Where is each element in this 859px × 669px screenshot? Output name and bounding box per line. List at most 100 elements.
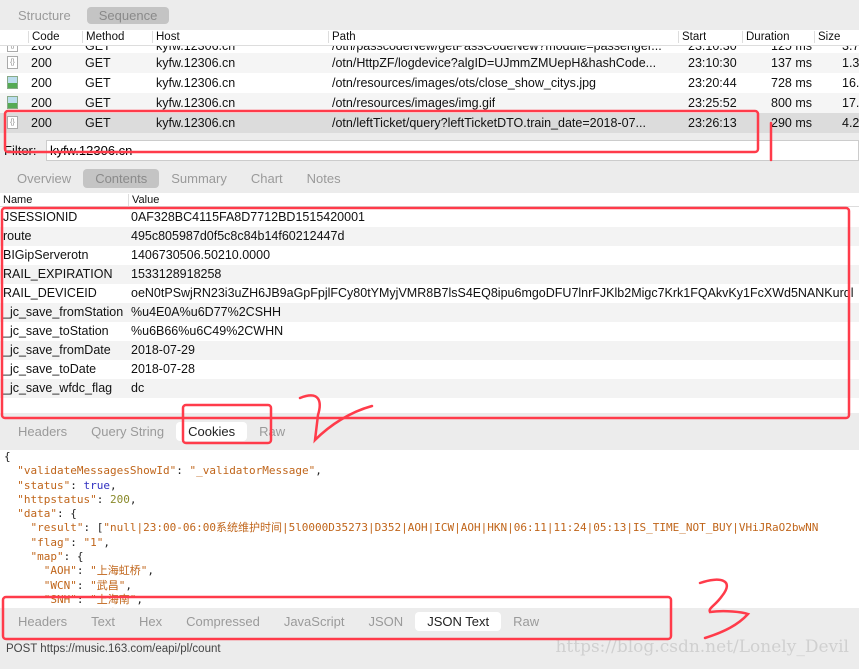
cookie-row[interactable]: RAIL_DEVICEID oeN0tPSwjRN23i3uZH6JB9aGpFp… bbox=[0, 284, 859, 303]
cookie-row[interactable]: BIGipServerotn 1406730506.50210.0000 bbox=[0, 246, 859, 265]
request-row[interactable]: 200 GET kyfw.12306.cn/otn/resources/images… bbox=[0, 93, 859, 113]
tab-hex[interactable]: Hex bbox=[127, 612, 174, 631]
tab-json[interactable]: JSON bbox=[357, 612, 416, 631]
column-method[interactable]: Method bbox=[82, 31, 124, 43]
cookie-value: 495c805987d0f5c8c84b14f60212447d bbox=[131, 229, 345, 243]
column-duration[interactable]: Duration bbox=[742, 31, 789, 43]
column-size[interactable]: Size bbox=[814, 31, 840, 43]
request-table-header: Code Method Host Path Start Duration Size bbox=[0, 30, 859, 46]
cookie-name: _jc_save_toDate bbox=[3, 362, 97, 376]
json-token: : { bbox=[63, 550, 84, 564]
column-start[interactable]: Start bbox=[678, 31, 706, 43]
tab-structure[interactable]: Structure bbox=[6, 7, 83, 24]
cookie-value: %u4E0A%u6D77%2CSHH bbox=[131, 305, 282, 319]
tab-raw[interactable]: Raw bbox=[501, 612, 551, 631]
json-line: "data": { bbox=[4, 507, 859, 521]
json-token: { bbox=[4, 450, 11, 463]
cookie-name: RAIL_EXPIRATION bbox=[3, 267, 113, 281]
response-tabs-bar: Headers Text Hex Compressed JavaScript JSON JS… bbox=[0, 608, 859, 638]
cell-method: GET bbox=[85, 96, 111, 110]
tab-sequence[interactable]: Sequence bbox=[86, 7, 170, 24]
request-row[interactable]: {} 200 GET kyfw.12306.cn/otn/HttpZF/logdevi… bbox=[0, 53, 859, 73]
json-token: : bbox=[70, 478, 84, 492]
json-token: : bbox=[76, 578, 91, 592]
cell-size: 17.4 bbox=[842, 96, 859, 110]
cell-host: kyfw.12306.cn bbox=[156, 96, 236, 110]
tab-cookies[interactable]: Cookies bbox=[176, 422, 248, 441]
json-line: "status": true, bbox=[4, 479, 859, 493]
watermark: https://blog.csdn.net/Lonely_Devil bbox=[555, 637, 849, 657]
json-token: : bbox=[76, 592, 91, 606]
response-json-text[interactable]: { "validateMessagesShowId": "_validatorM… bbox=[0, 450, 859, 608]
column-name[interactable]: Name bbox=[3, 194, 32, 206]
cookie-row[interactable]: JSESSIONID 0AF328BC4115FA8D7712BD15154200… bbox=[0, 208, 859, 227]
request-row[interactable]: {} 200 GET kyfw.12306.cn/otn/leftTicket/que… bbox=[0, 113, 859, 133]
cookie-value: dc bbox=[131, 381, 145, 395]
cell-start: 23:25:52 bbox=[688, 96, 737, 110]
tab-summary[interactable]: Summary bbox=[159, 169, 239, 188]
json-token: : bbox=[70, 535, 84, 549]
cookie-row[interactable]: _jc_save_toDate 2018-07-28 bbox=[0, 360, 859, 379]
json-line: "validateMessagesShowId": "_validatorMes… bbox=[4, 464, 859, 478]
json-token: "validateMessagesShowId" bbox=[17, 464, 177, 478]
cell-host: kyfw.12306.cn bbox=[156, 116, 236, 130]
cell-host: kyfw.12306.cn bbox=[156, 76, 236, 90]
tab-headers[interactable]: Headers bbox=[6, 612, 79, 631]
json-token: : bbox=[96, 492, 110, 506]
json-line: { bbox=[4, 450, 859, 464]
cell-code: 200 bbox=[31, 76, 52, 90]
tab-chart[interactable]: Chart bbox=[239, 169, 295, 188]
cell-path: /otn/resources/images/img.gif bbox=[332, 96, 496, 110]
cell-start: 23:20:44 bbox=[688, 76, 737, 90]
filter-input[interactable] bbox=[46, 140, 859, 161]
tab-raw[interactable]: Raw bbox=[247, 422, 297, 441]
cell-start: 23:26:13 bbox=[688, 116, 737, 130]
column-value[interactable]: Value bbox=[128, 194, 159, 206]
json-token: "武昌" bbox=[90, 578, 126, 592]
detail-tabs: Overview Contents Summary Chart Notes bbox=[5, 169, 353, 188]
tab-query-string[interactable]: Query String bbox=[79, 422, 176, 441]
cookie-name: route bbox=[3, 229, 32, 243]
tab-overview[interactable]: Overview bbox=[5, 169, 83, 188]
json-token: "null|23:00-06:00系统维护时间|5l0000D35273|D35… bbox=[103, 521, 819, 535]
cell-size: 1.3 bbox=[842, 56, 859, 70]
cookie-row[interactable]: route 495c805987d0f5c8c84b14f60212447d bbox=[0, 227, 859, 246]
cookies-table-header: Name Value bbox=[0, 193, 859, 207]
json-token: , bbox=[103, 535, 110, 549]
json-token: "status" bbox=[17, 478, 71, 492]
cell-path: /otn/HttpZF/logdevice?algID=UJmmZMUepH&h… bbox=[332, 56, 657, 70]
tab-contents[interactable]: Contents bbox=[83, 169, 160, 188]
cookies-table: Name Value JSESSIONID 0AF328BC4115FA8D771… bbox=[0, 193, 859, 413]
column-host[interactable]: Host bbox=[152, 31, 180, 43]
cookie-row[interactable]: _jc_save_fromStation %u4E0A%u6D77%2CSHH bbox=[0, 303, 859, 322]
tab-json-text[interactable]: JSON Text bbox=[415, 612, 502, 631]
cell-start: 23:10:30 bbox=[688, 56, 737, 70]
cell-size: 4.2 bbox=[842, 116, 859, 130]
json-line: "AOH": "上海虹桥", bbox=[4, 564, 859, 578]
cell-path: /otn/resources/images/ots/close_show_cit… bbox=[332, 76, 597, 90]
cell-method: GET bbox=[85, 76, 111, 90]
cookie-row[interactable]: _jc_save_fromDate 2018-07-29 bbox=[0, 341, 859, 360]
json-file-icon: {} bbox=[7, 56, 18, 69]
request-row[interactable]: 200 GET kyfw.12306.cn/otn/resources/images… bbox=[0, 73, 859, 93]
cookie-row[interactable]: _jc_save_toStation %u6B66%u6C49%2CWHN bbox=[0, 322, 859, 341]
cookie-row[interactable]: _jc_save_wfdc_flag dc bbox=[0, 379, 859, 398]
tab-headers[interactable]: Headers bbox=[6, 422, 79, 441]
json-token: "1" bbox=[83, 535, 104, 549]
tab-text[interactable]: Text bbox=[79, 612, 127, 631]
json-token: : bbox=[176, 464, 190, 478]
cookie-row[interactable]: RAIL_EXPIRATION 1533128918258 bbox=[0, 265, 859, 284]
column-path[interactable]: Path bbox=[328, 31, 356, 43]
json-line: "httpstatus": 200, bbox=[4, 493, 859, 507]
tab-notes[interactable]: Notes bbox=[295, 169, 353, 188]
column-code[interactable]: Code bbox=[28, 31, 60, 43]
tab-javascript[interactable]: JavaScript bbox=[272, 612, 357, 631]
json-token: "map" bbox=[30, 550, 64, 564]
tab-compressed[interactable]: Compressed bbox=[174, 612, 272, 631]
json-token: : { bbox=[57, 507, 77, 521]
